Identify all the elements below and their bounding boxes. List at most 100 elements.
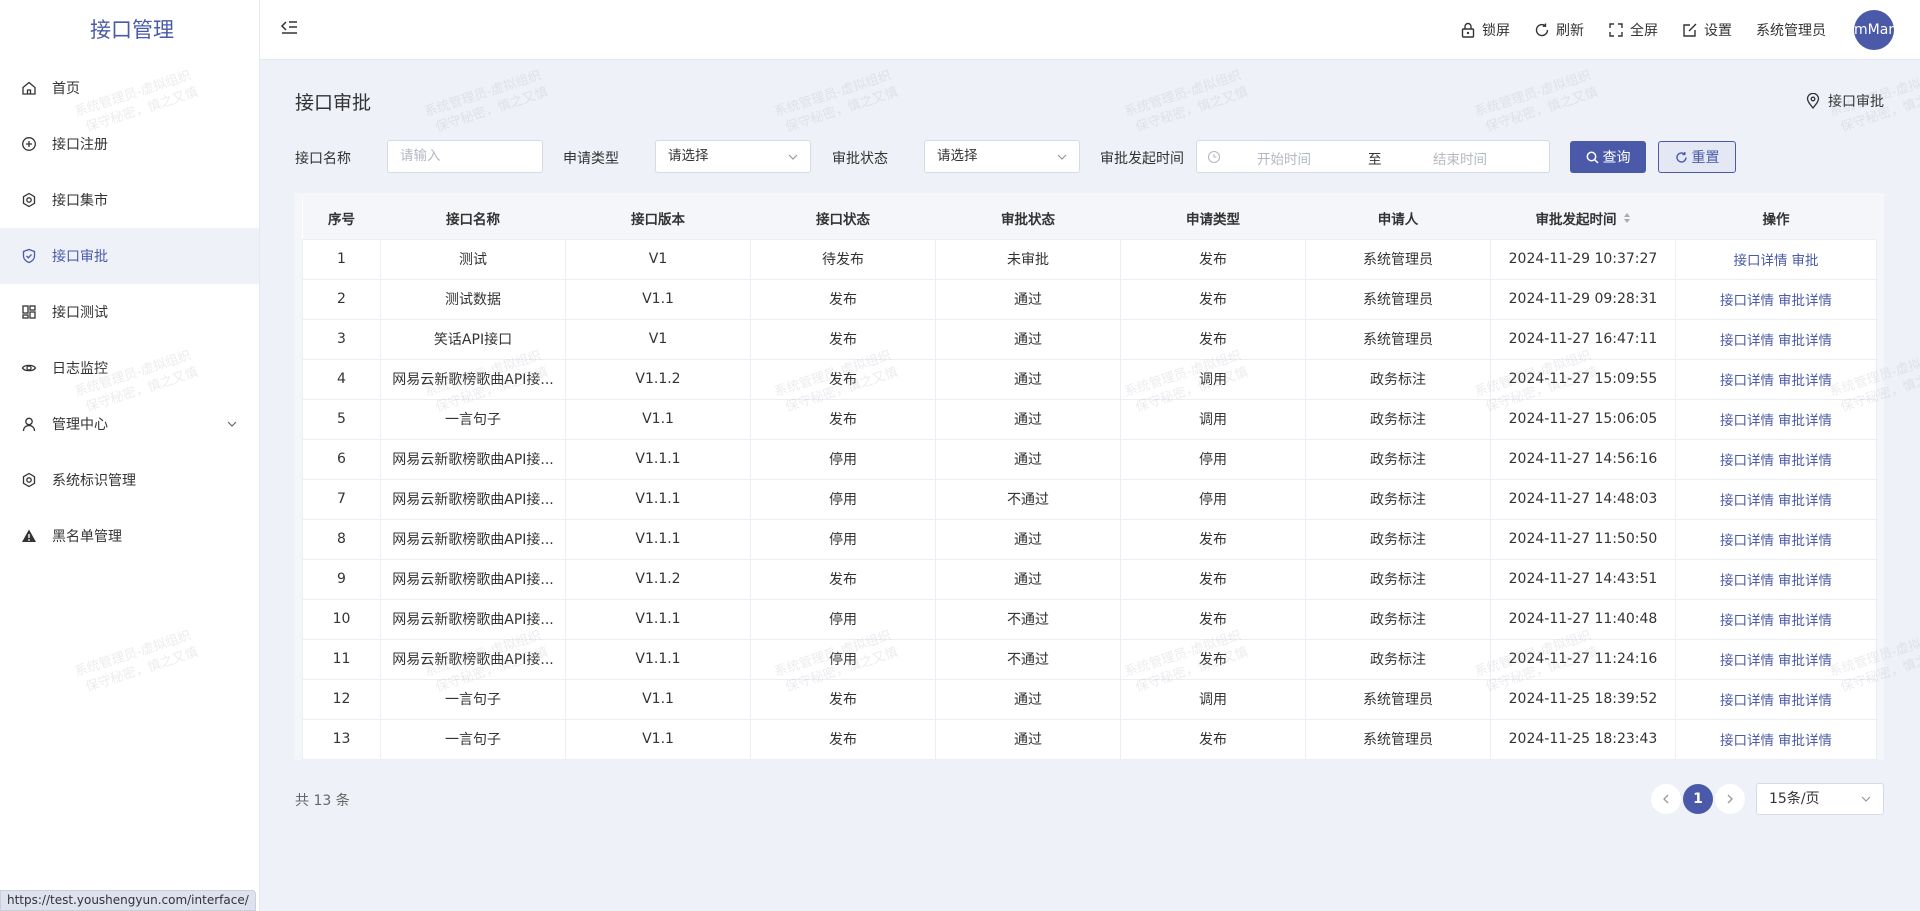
cell-status: 发布 bbox=[750, 358, 936, 400]
sidebar-item-label: 首页 bbox=[52, 81, 80, 97]
column-header-label: 操作 bbox=[1762, 211, 1790, 228]
cell-ops: 接口详情 审批详情 bbox=[1675, 638, 1877, 680]
sidebar-item-label: 接口注册 bbox=[52, 137, 108, 153]
interface-detail-link[interactable]: 接口详情 bbox=[1720, 293, 1774, 309]
cell-name: 网易云新歌榜歌曲API接... bbox=[380, 518, 566, 560]
interface-detail-link[interactable]: 接口详情 bbox=[1720, 493, 1774, 509]
approval-detail-link[interactable]: 审批详情 bbox=[1778, 453, 1832, 469]
refresh-icon bbox=[1535, 23, 1549, 37]
cell-type: 发布 bbox=[1120, 718, 1306, 760]
cell-time: 2024-11-27 15:09:55 bbox=[1490, 358, 1676, 400]
reset-button[interactable]: 重置 bbox=[1658, 141, 1736, 173]
interface-detail-link[interactable]: 接口详情 bbox=[1734, 253, 1788, 269]
cell-approval: 通过 bbox=[935, 358, 1121, 400]
cell-type: 发布 bbox=[1120, 318, 1306, 360]
sidebar-item-3[interactable]: 接口集市 bbox=[0, 172, 259, 228]
refresh-button[interactable]: 刷新 bbox=[1534, 20, 1584, 40]
approval-detail-link[interactable]: 审批详情 bbox=[1778, 373, 1832, 389]
interface-detail-link[interactable]: 接口详情 bbox=[1720, 533, 1774, 549]
interface-detail-link[interactable]: 接口详情 bbox=[1720, 573, 1774, 589]
interface-detail-link[interactable]: 接口详情 bbox=[1720, 653, 1774, 669]
fullscreen-button[interactable]: 全屏 bbox=[1608, 20, 1658, 40]
edit-icon bbox=[1683, 23, 1697, 37]
plus-circle-icon bbox=[20, 135, 38, 153]
next-page-button[interactable] bbox=[1715, 784, 1745, 814]
shield-check-icon bbox=[20, 247, 38, 265]
settings-button[interactable]: 设置 bbox=[1682, 20, 1732, 40]
query-button[interactable]: 查询 bbox=[1570, 141, 1646, 173]
prev-page-button[interactable] bbox=[1651, 784, 1681, 814]
approval-detail-link[interactable]: 审批详情 bbox=[1778, 413, 1832, 429]
approval-detail-link[interactable]: 审批详情 bbox=[1778, 293, 1832, 309]
approval-status-select[interactable]: 请选择 bbox=[924, 140, 1080, 173]
avatar[interactable]: mMan bbox=[1854, 10, 1894, 50]
cell-applicant: 政务标注 bbox=[1305, 358, 1491, 400]
interface-detail-link[interactable]: 接口详情 bbox=[1720, 613, 1774, 629]
table-row: 13 一言句子 V1.1 发布 通过 发布 系统管理员 2024-11-25 18:23:43… bbox=[302, 718, 1877, 760]
sidebar-item-5[interactable]: 接口测试 bbox=[0, 284, 259, 340]
cell-no: 7 bbox=[302, 478, 381, 520]
interface-name-input[interactable]: 请输入 bbox=[387, 140, 543, 173]
approval-detail-link[interactable]: 审批详情 bbox=[1778, 693, 1832, 709]
breadcrumb-label: 接口审批 bbox=[1828, 94, 1884, 110]
column-header: 申请类型 bbox=[1120, 197, 1306, 239]
sidebar-item-4[interactable]: 接口审批 bbox=[0, 228, 259, 284]
cell-applicant: 政务标注 bbox=[1305, 638, 1491, 680]
sort-icon[interactable] bbox=[1623, 212, 1631, 228]
sidebar-item-label: 管理中心 bbox=[52, 417, 108, 433]
cell-approval: 未审批 bbox=[935, 238, 1121, 280]
interface-detail-link[interactable]: 接口详情 bbox=[1720, 693, 1774, 709]
cell-applicant: 政务标注 bbox=[1305, 478, 1491, 520]
interface-detail-link[interactable]: 接口详情 bbox=[1720, 733, 1774, 749]
approval-status-value: 请选择 bbox=[937, 148, 978, 164]
approval-detail-link[interactable]: 审批详情 bbox=[1778, 653, 1832, 669]
sidebar-item-6[interactable]: 日志监控 bbox=[0, 340, 259, 396]
apply-type-select[interactable]: 请选择 bbox=[655, 140, 811, 173]
column-header: 申请人 bbox=[1305, 197, 1491, 239]
cell-status: 发布 bbox=[750, 398, 936, 440]
collapse-menu-icon[interactable] bbox=[280, 20, 300, 40]
sidebar-item-8[interactable]: 系统标识管理 bbox=[0, 452, 259, 508]
approval-time-range[interactable]: 开始时间 至 结束时间 bbox=[1196, 140, 1550, 173]
lock-screen-button[interactable]: 锁屏 bbox=[1460, 20, 1510, 40]
approval-detail-link[interactable]: 审批详情 bbox=[1778, 493, 1832, 509]
interface-detail-link[interactable]: 接口详情 bbox=[1720, 413, 1774, 429]
home-icon bbox=[20, 79, 38, 97]
page-size-select[interactable]: 15条/页 bbox=[1756, 783, 1884, 815]
approval-detail-link[interactable]: 审批详情 bbox=[1778, 733, 1832, 749]
apply-type-label: 申请类型 bbox=[563, 151, 619, 167]
sidebar-item-9[interactable]: 黑名单管理 bbox=[0, 508, 259, 564]
approval-detail-link[interactable]: 审批详情 bbox=[1778, 533, 1832, 549]
current-user[interactable]: 系统管理员 bbox=[1756, 20, 1826, 40]
approval-detail-link[interactable]: 审批详情 bbox=[1778, 573, 1832, 589]
approval-detail-link[interactable]: 审批详情 bbox=[1778, 613, 1832, 629]
cell-time: 2024-11-27 15:06:05 bbox=[1490, 398, 1676, 440]
sidebar-item-7[interactable]: 管理中心 bbox=[0, 396, 259, 452]
interface-detail-link[interactable]: 接口详情 bbox=[1720, 333, 1774, 349]
approve-link[interactable]: 审批 bbox=[1792, 253, 1819, 269]
column-header[interactable]: 审批发起时间 bbox=[1490, 197, 1676, 239]
watermark-text: 系统管理员-虚拟组织 保守秘密，慎之又慎 bbox=[1122, 67, 1250, 139]
sidebar: 接口管理 首页 接口注册 接口集市 接口审批 接口测试 日志监控 管理中心 系统标识管理 黑名单… bbox=[0, 0, 260, 911]
cell-name: 一言句子 bbox=[380, 398, 566, 440]
cell-status: 发布 bbox=[750, 558, 936, 600]
cell-ops: 接口详情 审批详情 bbox=[1675, 558, 1877, 600]
cell-type: 发布 bbox=[1120, 238, 1306, 280]
column-header: 接口版本 bbox=[565, 197, 751, 239]
page-number-current[interactable]: 1 bbox=[1683, 784, 1713, 814]
approval-table: 序号 接口名称 接口版本 接口状态 审批状态 申请类型 申请人 审批发起时间 操作 1 测试 V1 待… bbox=[302, 197, 1877, 760]
cell-type: 停用 bbox=[1120, 438, 1306, 480]
cell-no: 4 bbox=[302, 358, 381, 400]
watermark-line: 系统管理员-虚拟组织 bbox=[1472, 68, 1594, 121]
cell-applicant: 系统管理员 bbox=[1305, 238, 1491, 280]
cell-status: 停用 bbox=[750, 478, 936, 520]
approval-detail-link[interactable]: 审批详情 bbox=[1778, 333, 1832, 349]
interface-detail-link[interactable]: 接口详情 bbox=[1720, 373, 1774, 389]
interface-detail-link[interactable]: 接口详情 bbox=[1720, 453, 1774, 469]
cell-approval: 通过 bbox=[935, 278, 1121, 320]
sidebar-item-2[interactable]: 接口注册 bbox=[0, 116, 259, 172]
end-time-input[interactable]: 结束时间 bbox=[1433, 148, 1487, 168]
start-time-input[interactable]: 开始时间 bbox=[1257, 148, 1311, 168]
fullscreen-label: 全屏 bbox=[1630, 23, 1658, 39]
sidebar-item-1[interactable]: 首页 bbox=[0, 60, 259, 116]
